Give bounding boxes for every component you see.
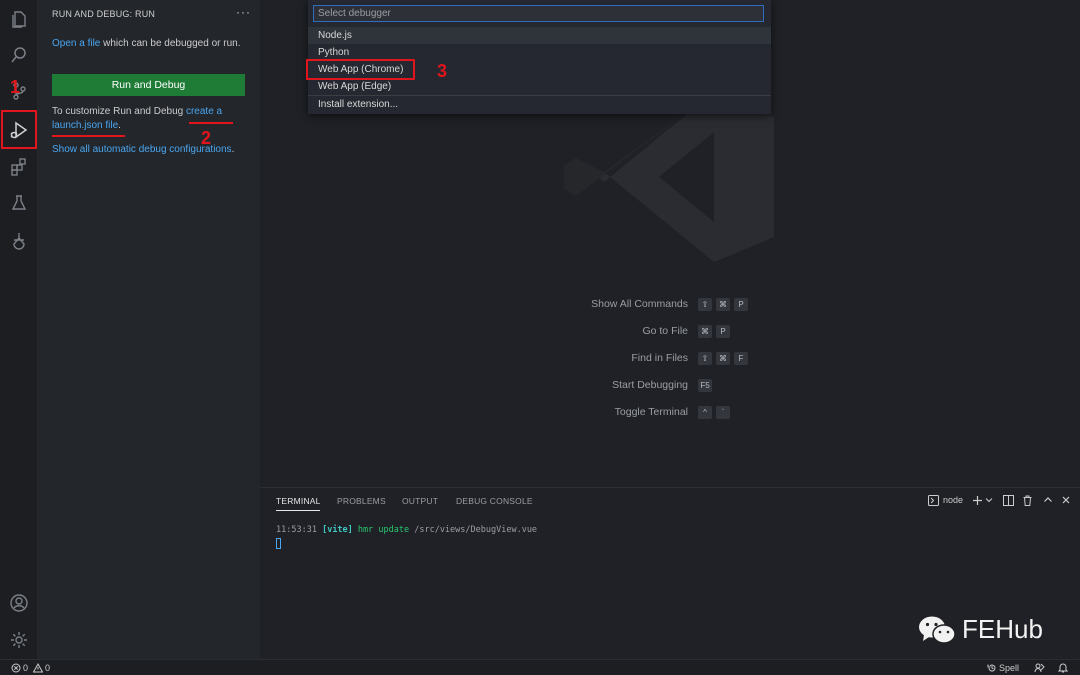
extensions-icon[interactable] <box>4 152 33 181</box>
annotation-box-web-app-chrome <box>306 59 415 80</box>
open-file-link[interactable]: Open a file <box>52 38 100 49</box>
tab-output[interactable]: OUTPUT <box>402 496 438 506</box>
activity-bar <box>0 0 37 659</box>
history-icon <box>987 664 996 671</box>
active-tab-indicator <box>276 510 320 511</box>
annotation-underline-launch-json <box>52 135 125 137</box>
problems-status[interactable]: 0 0 <box>11 661 50 674</box>
tab-terminal[interactable]: TERMINAL <box>276 496 321 506</box>
split-icon <box>1003 494 1014 506</box>
terminal-selector[interactable]: node <box>928 493 963 507</box>
quickpick-item-web-app-edge[interactable]: Web App (Edge) <box>308 78 771 95</box>
key-cap: ⌘ <box>716 298 730 311</box>
annotation-number-1: 1 <box>10 77 21 97</box>
terminal-icon <box>928 494 939 506</box>
terminal-name: node <box>943 495 964 505</box>
show-all-configs-text: Show all automatic debug configurations. <box>52 144 235 155</box>
remote-icon[interactable] <box>4 226 33 255</box>
quickpick-item-nodejs[interactable]: Node.js <box>308 27 771 44</box>
more-actions-icon[interactable]: ··· <box>236 5 251 19</box>
run-and-debug-button[interactable]: Run and Debug <box>52 74 245 96</box>
open-file-text: Open a file which can be debugged or run… <box>52 38 241 49</box>
bell-icon <box>1058 663 1068 673</box>
annotation-underline-create <box>189 122 233 124</box>
vscode-window: RUN AND DEBUG: RUN ··· Open a file which… <box>0 0 1080 675</box>
new-terminal-button[interactable] <box>972 493 993 507</box>
terminal-cursor <box>276 538 281 549</box>
plus-icon <box>973 495 982 505</box>
select-debugger-input[interactable] <box>313 5 764 22</box>
sidebar-title: RUN AND DEBUG: RUN <box>52 9 156 19</box>
trash-icon <box>1023 495 1032 506</box>
maximize-panel-button[interactable] <box>1043 493 1053 507</box>
key-cap: ^ <box>698 406 712 419</box>
feedback-button[interactable] <box>1034 661 1045 674</box>
split-terminal-button[interactable] <box>1003 493 1014 507</box>
search-icon[interactable] <box>4 40 33 69</box>
annotation-number-3: 3 <box>437 61 448 81</box>
spell-status[interactable]: Spell <box>987 661 1019 674</box>
feedback-icon <box>1034 663 1045 673</box>
annotation-box-run-debug <box>1 110 37 149</box>
hint-start-debugging: Start Debugging F5 <box>560 379 820 393</box>
notifications-button[interactable] <box>1058 661 1068 674</box>
tab-debug-console[interactable]: DEBUG CONSOLE <box>456 496 533 506</box>
key-cap: P <box>734 298 748 311</box>
tab-problems[interactable]: PROBLEMS <box>337 496 386 506</box>
hint-show-all-commands: Show All Commands ⇧ ⌘ P <box>560 298 820 312</box>
key-cap: F5 <box>698 379 712 392</box>
run-debug-sidebar: RUN AND DEBUG: RUN ··· Open a file which… <box>37 0 260 659</box>
quickpick-item-install-extension[interactable]: Install extension... <box>308 96 771 113</box>
key-cap: ⇧ <box>698 352 712 365</box>
files-icon[interactable] <box>4 4 33 33</box>
customize-text: To customize Run and Debug create a laun… <box>52 106 223 131</box>
status-bar: 0 0 Spell <box>0 659 1080 675</box>
hint-go-to-file: Go to File ⌘ P <box>560 325 820 339</box>
key-cap: ⌘ <box>698 325 712 338</box>
chevron-down-icon <box>985 498 993 503</box>
terminal-output-line: 11:53:31 [vite] hmr update /src/views/De… <box>276 525 538 535</box>
close-panel-button[interactable] <box>1061 493 1071 507</box>
wechat-logo-icon <box>919 616 956 644</box>
key-cap: P <box>716 325 730 338</box>
key-cap: ⌘ <box>716 352 730 365</box>
key-cap: F <box>734 352 748 365</box>
select-debugger-quickpick: Node.js Python Web App (Chrome) Web App … <box>308 0 771 114</box>
brand-watermark: FEHub <box>918 614 1043 645</box>
hint-find-in-files: Find in Files ⇧ ⌘ F <box>560 352 820 366</box>
vscode-watermark-icon <box>564 92 774 262</box>
testing-icon[interactable] <box>4 188 33 217</box>
chevron-up-icon <box>1044 497 1052 502</box>
gear-icon[interactable] <box>4 625 33 654</box>
error-icon <box>11 663 21 672</box>
warning-icon <box>33 662 44 672</box>
brand-text: FEHub <box>962 614 1043 644</box>
key-cap: ` <box>716 406 730 419</box>
key-cap: ⇧ <box>698 298 712 311</box>
annotation-number-2: 2 <box>201 128 212 148</box>
close-icon <box>1062 496 1070 504</box>
hint-toggle-terminal: Toggle Terminal ^ ` <box>560 406 820 420</box>
account-icon[interactable] <box>4 588 33 617</box>
kill-terminal-button[interactable] <box>1022 493 1033 507</box>
